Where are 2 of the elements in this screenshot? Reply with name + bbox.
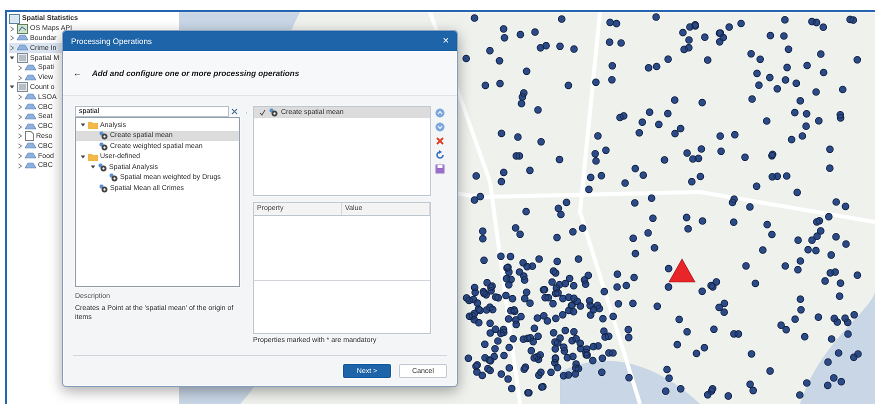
dialog-title: Processing Operations bbox=[71, 36, 152, 46]
dialog-heading: Add and configure one or more processing operations bbox=[92, 68, 300, 78]
